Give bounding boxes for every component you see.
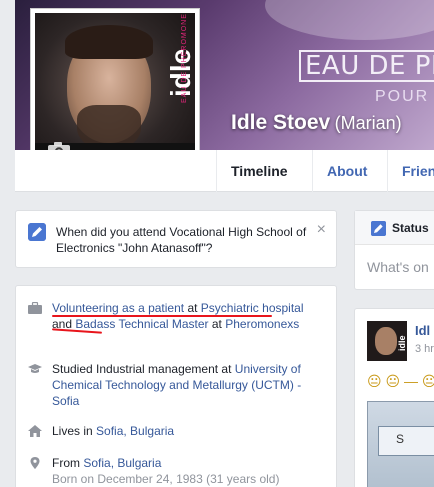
avatar-face-shape	[375, 327, 397, 355]
work-link-technical-master[interactable]: Badass Technical Master	[75, 317, 208, 331]
profile-name-main: Idle Stoev	[231, 111, 331, 134]
work-at-2: at	[208, 317, 226, 331]
profile-tab-bar: Timeline About Frien	[15, 150, 434, 192]
picture-logo-text: idle	[165, 48, 195, 97]
red-underline-mark	[52, 315, 272, 317]
intro-card: Volunteering as a patient at Psychiatric…	[15, 285, 337, 487]
post-emoji-text: 😐 😐 — 😐	[367, 373, 434, 389]
status-header[interactable]: Status	[355, 211, 434, 245]
post-author-name[interactable]: Idl	[415, 323, 430, 338]
cover-pour-text: POUR H	[375, 88, 434, 105]
profile-picture-image: idle EAU DE PHEROMONE	[35, 13, 195, 171]
profile-question-card: When did you attend Vocational High Scho…	[15, 210, 337, 268]
avatar[interactable]: idle	[367, 321, 407, 361]
home-icon	[28, 425, 42, 437]
close-icon[interactable]: ×	[317, 221, 326, 239]
screenshot-letter: S	[396, 432, 405, 446]
edit-status-icon	[371, 221, 386, 236]
intro-row-lives: Lives in Sofia, Bulgaria	[16, 423, 336, 443]
tab-about[interactable]: About	[312, 150, 381, 192]
lives-text: Lives in Sofia, Bulgaria	[52, 423, 322, 439]
cover-brand-text: EAU DE PH	[299, 50, 434, 82]
intro-row-from: From Sofia, Bulgaria Born on December 24…	[16, 455, 336, 487]
graduation-cap-icon	[28, 364, 42, 373]
intro-row-education: Studied Industrial management at Univers…	[16, 361, 336, 411]
status-input[interactable]: What's on	[367, 259, 429, 275]
profile-name[interactable]: Idle Stoev (Marian)	[231, 111, 402, 135]
cover-glow	[265, 0, 434, 40]
profile-name-alternate: (Marian)	[334, 113, 402, 133]
intro-row-work: Volunteering as a patient at Psychiatric…	[16, 300, 336, 350]
post-attached-image[interactable]: S	[367, 401, 434, 487]
avatar-logo-text: idle	[397, 335, 407, 351]
question-text: When did you attend Vocational High Scho…	[56, 225, 307, 255]
work-at-1: at	[184, 301, 201, 315]
hair-shape	[65, 25, 153, 59]
lives-prefix: Lives in	[52, 424, 97, 438]
briefcase-icon	[28, 302, 42, 314]
work-link-volunteering[interactable]: Volunteering as a patient	[52, 301, 184, 315]
post-timestamp[interactable]: 3 hr	[415, 343, 434, 355]
screenshot-window-shape	[378, 426, 434, 456]
status-composer[interactable]: Status What's on	[354, 210, 434, 290]
work-link-pheromonexs[interactable]: Pheromonexs	[225, 317, 299, 331]
location-pin-icon	[30, 457, 40, 469]
education-prefix: Studied Industrial management at	[52, 362, 235, 376]
education-text: Studied Industrial management at Univers…	[52, 361, 322, 409]
tab-friends[interactable]: Frien	[387, 150, 434, 192]
pencil-icon	[28, 223, 46, 241]
lives-link-sofia[interactable]: Sofia, Bulgaria	[96, 424, 174, 438]
picture-logo-subtext: EAU DE PHEROMONE	[181, 13, 188, 103]
status-tab-label: Status	[392, 221, 429, 235]
timeline-post: idle Idl 3 hr 😐 😐 — 😐 S	[354, 308, 434, 487]
work-link-hospital[interactable]: Psychiatric hospital	[201, 301, 304, 315]
from-prefix: From	[52, 456, 84, 470]
from-link-sofia[interactable]: Sofia, Bulgaria	[83, 456, 161, 470]
born-date-text: Born on December 24, 1983 (31 years old)	[52, 472, 280, 486]
tab-timeline[interactable]: Timeline	[216, 150, 302, 192]
from-text: From Sofia, Bulgaria Born on December 24…	[52, 455, 322, 487]
